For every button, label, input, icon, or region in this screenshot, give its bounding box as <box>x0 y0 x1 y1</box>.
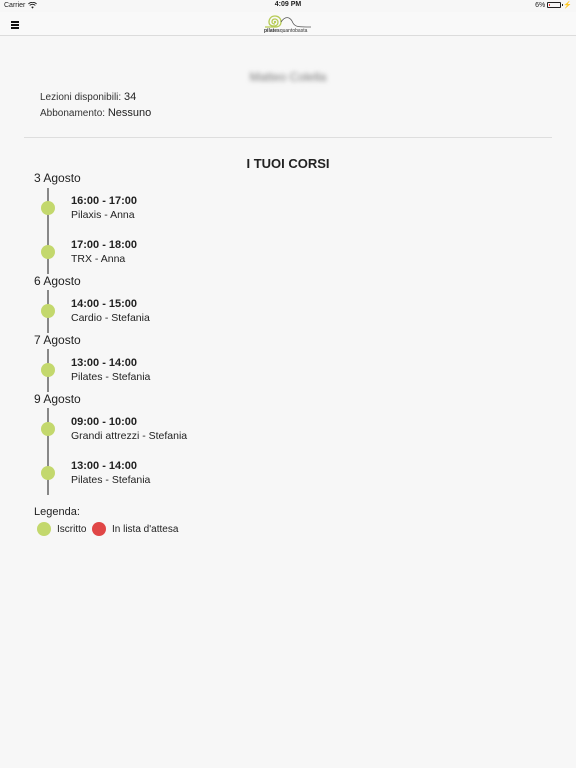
legend-dot-waiting <box>92 522 106 536</box>
day-label: 7 Agosto <box>34 333 81 347</box>
day-label: 9 Agosto <box>34 392 81 406</box>
status-time: 4:09 PM <box>274 1 302 8</box>
course-time: 16:00 - 17:00 <box>71 195 138 207</box>
lessons-available-row: Lezioni disponibili: 34 <box>40 91 136 103</box>
course-time: 09:00 - 10:00 <box>71 416 138 428</box>
nav-bar: pilatesquantobasta <box>0 12 576 36</box>
subscription-row: Abbonamento: Nessuno <box>40 107 151 119</box>
section-divider <box>24 137 552 138</box>
legend-title: Legenda: <box>34 506 80 518</box>
legend-label-waiting: In lista d'attesa <box>112 523 179 535</box>
status-bar: Carrier 4:09 PM 6% ⚡ <box>0 0 576 12</box>
course-time: 14:00 - 15:00 <box>71 298 138 310</box>
logo-wordmark: pilatesquantobasta <box>264 28 308 34</box>
legend-item-enrolled: Iscritto <box>37 522 86 536</box>
course-time: 13:00 - 14:00 <box>71 460 138 472</box>
lessons-label: Lezioni disponibili: <box>40 92 122 103</box>
course-name: Pilates - Stefania <box>71 371 151 383</box>
app-logo: pilatesquantobasta <box>255 13 321 35</box>
course-name: Grandi attrezzi - Stefania <box>71 430 188 442</box>
day-label: 6 Agosto <box>34 274 81 288</box>
course-name: Cardio - Stefania <box>71 312 150 324</box>
legend-item-waiting: In lista d'attesa <box>92 522 178 536</box>
legend-dot-enrolled <box>37 522 51 536</box>
charging-icon: ⚡ <box>563 2 572 9</box>
status-dot-enrolled <box>41 245 55 259</box>
hamburger-menu-icon[interactable] <box>8 16 24 32</box>
status-dot-enrolled <box>41 201 55 215</box>
day-label: 3 Agosto <box>34 171 81 185</box>
status-dot-enrolled <box>41 304 55 318</box>
subscription-label: Abbonamento: <box>40 108 106 119</box>
status-dot-enrolled <box>41 363 55 377</box>
status-dot-enrolled <box>41 466 55 480</box>
course-time: 17:00 - 18:00 <box>71 239 138 251</box>
battery-icon <box>547 2 564 8</box>
lessons-value: 34 <box>123 91 137 103</box>
course-time: 13:00 - 14:00 <box>71 357 138 369</box>
subscription-value: Nessuno <box>107 107 152 119</box>
courses-title: I TUOI CORSI <box>246 156 330 171</box>
status-dot-enrolled <box>41 422 55 436</box>
profile-name: Matteo Colella <box>249 70 327 84</box>
course-name: Pilaxis - Anna <box>71 209 135 221</box>
legend-label-enrolled: Iscritto <box>57 523 87 535</box>
course-name: TRX - Anna <box>71 253 126 265</box>
spiral-logo-icon <box>265 15 312 28</box>
battery-percentage: 6% <box>535 1 546 9</box>
course-name: Pilates - Stefania <box>71 474 151 486</box>
battery-indicator: 6% ⚡ <box>535 1 572 10</box>
